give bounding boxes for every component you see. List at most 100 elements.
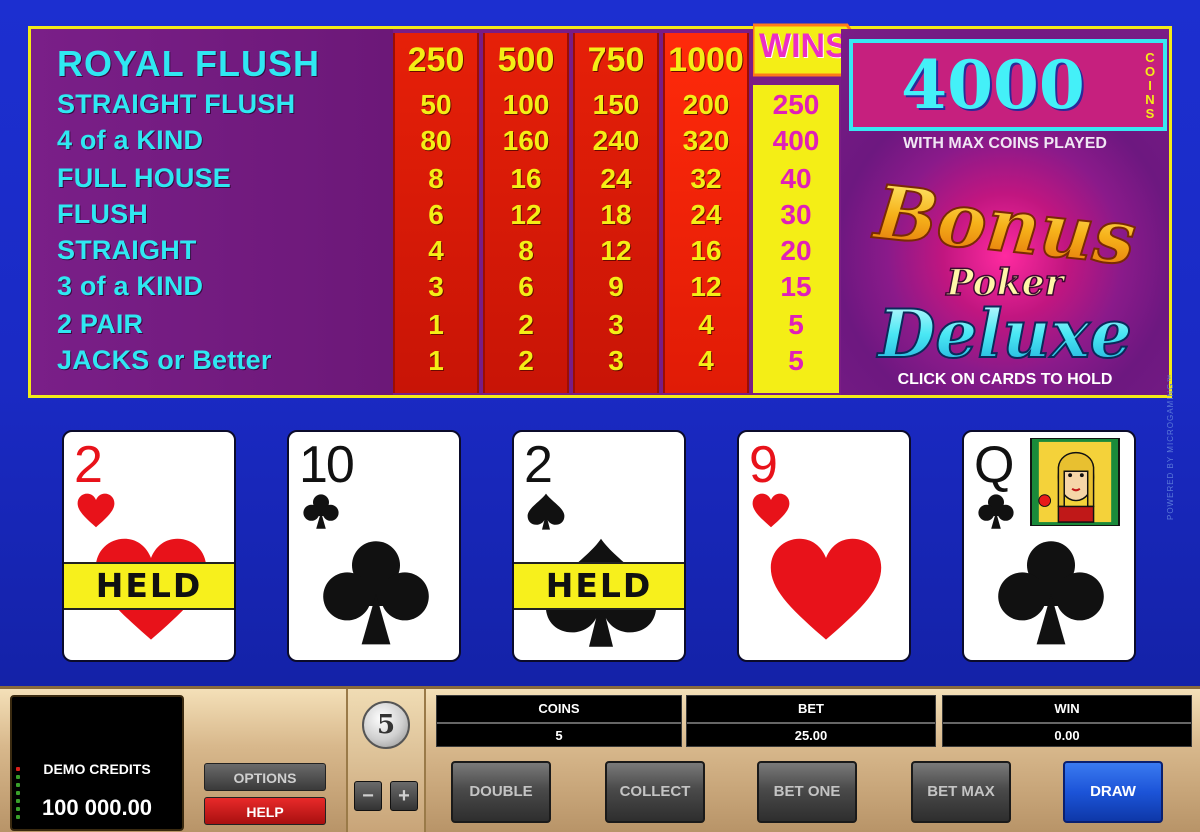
card-rank: Q [974, 436, 1014, 494]
card-rank: 10 [299, 436, 355, 494]
coin-increase-button[interactable]: + [390, 781, 418, 811]
draw-button[interactable]: DRAW [1063, 761, 1163, 823]
jackpot-unit: COINS [1144, 50, 1156, 121]
hand-name: FLUSH [57, 199, 148, 229]
hand-name: JACKS or Better [57, 345, 272, 375]
hand-name: 3 of a KIND [57, 271, 204, 301]
coin-decrease-button[interactable]: − [354, 781, 382, 811]
coins-label: COINS [538, 701, 580, 716]
spade-suit-icon [527, 493, 565, 530]
payout-value: 16 [690, 235, 722, 266]
payout-value: 1 [428, 309, 444, 340]
wins-value: 5 [788, 309, 804, 340]
payout-value: 240 [592, 125, 640, 156]
credits-value: 100 000.00 [41, 795, 153, 820]
payout-value: 200 [682, 89, 730, 120]
wins-value: 250 [772, 89, 820, 120]
payout-value: 4 [698, 345, 714, 376]
jackpot-panel: 4000 COINS WITH MAX COINS PLAYED Bonus P… [841, 29, 1169, 395]
payout-value: 1 [428, 345, 444, 376]
jackpot-amount: 4000 [901, 46, 1085, 124]
double-button[interactable]: DOUBLE [451, 761, 551, 823]
heart-suit-icon [770, 538, 882, 640]
heart-suit-icon [752, 493, 790, 528]
payout-value: 320 [682, 125, 730, 156]
payout-value: 6 [428, 199, 444, 230]
playing-card[interactable]: 2 HELD [62, 430, 236, 662]
hand-name: 4 of a KIND [57, 125, 204, 155]
payout-value: 4 [428, 235, 444, 266]
bet-one-button[interactable]: BET ONE [757, 761, 857, 823]
payout-value: 3 [608, 309, 624, 340]
game-logo: Bonus Poker Deluxe [868, 168, 1141, 369]
wins-value: 30 [780, 199, 812, 230]
payout-value: 160 [502, 125, 550, 156]
coins-value: 5 [555, 728, 563, 743]
wins-value: 40 [780, 163, 812, 194]
coins-readout: COINS 5 [436, 695, 682, 747]
payout-value: 250 [407, 41, 465, 79]
payout-value: 32 [690, 163, 722, 194]
bet-label: BET [798, 701, 824, 716]
payout-value: 2 [518, 345, 534, 376]
max-coins-note: WITH MAX COINS PLAYED [903, 135, 1107, 152]
payout-value: 18 [600, 199, 632, 230]
playing-card[interactable]: 10 [287, 430, 461, 662]
held-banner: HELD [514, 562, 684, 610]
playing-card[interactable]: 9 [737, 430, 911, 662]
payout-value: 4 [698, 309, 714, 340]
playing-card[interactable]: 2 HELD [512, 430, 686, 662]
payout-value: 50 [420, 89, 452, 120]
jackpot-box: 4000 COINS [849, 39, 1167, 131]
payout-value: 6 [518, 271, 534, 302]
wins-value: 400 [772, 125, 820, 156]
wins-value: 15 [780, 271, 812, 302]
bet-readout: BET 25.00 [686, 695, 936, 747]
paytable: ROYAL FLUSH STRAIGHT FLUSH 4 of a KIND FULL… [28, 23, 1172, 398]
payout-value: 9 [608, 271, 624, 302]
wins-value: 5 [788, 345, 804, 376]
club-suit-icon [978, 494, 1014, 529]
club-suit-icon [323, 541, 429, 645]
hand-name: STRAIGHT FLUSH [57, 89, 296, 119]
card-rank: 9 [749, 436, 778, 494]
help-button[interactable]: HELP [204, 797, 326, 825]
hand-name: FULL HOUSE [57, 163, 232, 193]
payout-value: 8 [428, 163, 444, 194]
payout-value: 3 [428, 271, 444, 302]
payout-value: 80 [420, 125, 452, 156]
card-rank: 2 [74, 436, 103, 494]
credits-label: DEMO CREDITS [43, 761, 151, 777]
playing-card[interactable]: Q [962, 430, 1136, 662]
coin-size-selector: 5 − + [346, 689, 426, 832]
payout-value: 24 [690, 199, 722, 230]
options-button[interactable]: OPTIONS [204, 763, 326, 791]
queen-face-icon [1030, 438, 1120, 526]
payout-value: 500 [497, 41, 555, 79]
wins-label: WINS [759, 27, 848, 65]
payout-value: 2 [518, 309, 534, 340]
payout-value: 150 [592, 89, 640, 120]
payout-value: 24 [600, 163, 632, 194]
bet-max-button[interactable]: BET MAX [911, 761, 1011, 823]
logo-deluxe: Deluxe [876, 295, 1132, 369]
collect-button[interactable]: COLLECT [605, 761, 705, 823]
club-suit-icon [998, 541, 1104, 645]
win-value: 0.00 [1054, 728, 1080, 743]
provider-credit: POWERED BY MICROGAMING™ [1166, 373, 1175, 520]
hand-names-column: ROYAL FLUSH STRAIGHT FLUSH 4 of a KIND FULL… [31, 29, 393, 395]
heart-suit-icon [77, 493, 115, 528]
hold-hint: CLICK ON CARDS TO HOLD [897, 371, 1113, 388]
payout-value: 1000 [668, 41, 744, 79]
win-label: WIN [1054, 701, 1080, 716]
control-bar: DEMO CREDITS 100 000.00 OPTIONS HELP 5 −… [0, 686, 1200, 832]
payout-value: 3 [608, 345, 624, 376]
coin-value-icon[interactable]: 5 [362, 701, 410, 749]
payout-value: 100 [502, 89, 550, 120]
held-banner: HELD [64, 562, 234, 610]
payout-value: 12 [690, 271, 722, 302]
payout-value: 16 [510, 163, 542, 194]
hand-name: ROYAL FLUSH [57, 43, 321, 84]
club-suit-icon [303, 494, 339, 529]
hand-name: 2 PAIR [57, 309, 144, 339]
